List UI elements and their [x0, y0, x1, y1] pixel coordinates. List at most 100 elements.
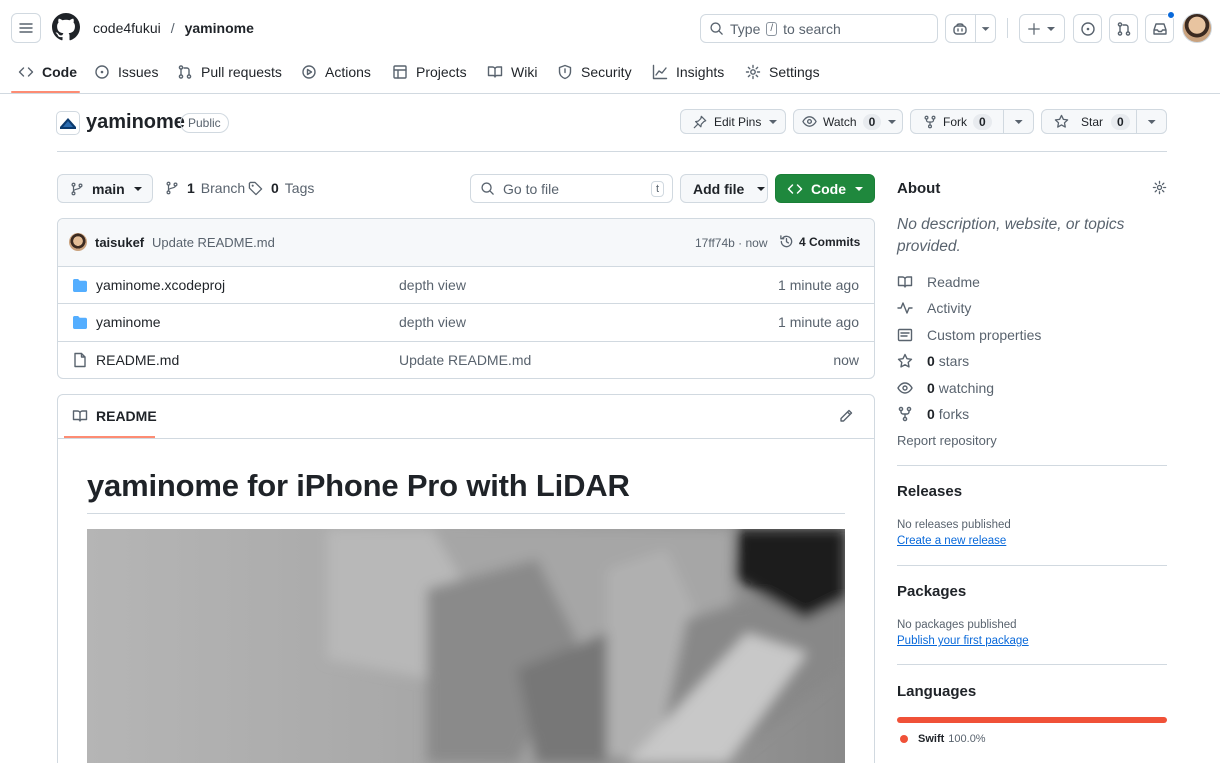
fork-dropdown-chevron-icon[interactable]	[1004, 116, 1033, 128]
code-download-button[interactable]: Code	[775, 174, 875, 203]
pull-request-icon	[178, 65, 192, 79]
releases-heading[interactable]: Releases	[897, 483, 962, 500]
issues-button[interactable]	[1073, 14, 1102, 43]
tags-link[interactable]: 0 Tags	[248, 180, 314, 196]
copilot-button[interactable]	[945, 14, 996, 43]
menu-icon	[19, 23, 33, 33]
header-divider	[0, 93, 1220, 94]
watch-button[interactable]: Watch 0	[793, 109, 903, 134]
tab-wiki[interactable]: Wiki	[487, 60, 537, 84]
commit-hash-time[interactable]: 17ff74b · now	[695, 236, 768, 250]
table-row[interactable]: README.md Update README.md now	[58, 341, 874, 378]
hamburger-menu-button[interactable]	[11, 13, 41, 43]
readme-title-divider	[87, 513, 845, 514]
readme-tab[interactable]: README	[72, 408, 157, 424]
star-button[interactable]: Star 0	[1041, 109, 1167, 134]
tab-projects[interactable]: Projects	[392, 60, 467, 84]
commit-author[interactable]: taisukef	[95, 235, 144, 250]
repo-link[interactable]: yaminome	[185, 20, 254, 36]
language-color-dot	[900, 735, 908, 743]
create-release-link[interactable]: Create a new release	[897, 535, 1006, 547]
user-avatar[interactable]	[1182, 13, 1212, 43]
tag-count: 0	[271, 180, 279, 196]
file-updated-time: 1 minute ago	[778, 314, 859, 330]
owner-link[interactable]: code4fukui	[93, 20, 161, 36]
path-separator: /	[170, 20, 175, 36]
pencil-icon	[840, 409, 853, 422]
edit-pins-button[interactable]: Edit Pins	[680, 109, 786, 134]
forks-link[interactable]: 0 forks	[897, 404, 969, 424]
repo-name[interactable]: yaminome	[86, 111, 185, 134]
readme-link[interactable]: Readme	[897, 272, 980, 292]
create-new-button[interactable]	[1019, 14, 1065, 43]
chevron-down-icon	[769, 119, 778, 124]
edit-readme-button[interactable]	[838, 408, 854, 424]
tab-code-label: Code	[42, 64, 77, 80]
tab-issues[interactable]: Issues	[94, 60, 158, 84]
star-dropdown-chevron-icon[interactable]	[1137, 116, 1166, 128]
tab-security[interactable]: Security	[557, 60, 632, 84]
eye-icon	[897, 382, 913, 394]
commits-link[interactable]: 4 Commits	[779, 234, 860, 249]
tab-settings[interactable]: Settings	[745, 60, 820, 84]
chevron-down-icon	[1047, 26, 1055, 31]
book-icon	[897, 276, 913, 288]
chevron-down-icon	[757, 186, 766, 191]
watching-link[interactable]: 0 watching	[897, 378, 994, 398]
file-name[interactable]: yaminome	[96, 314, 161, 330]
file-commit-message[interactable]: depth view	[399, 277, 466, 293]
pull-requests-button[interactable]	[1109, 14, 1138, 43]
language-name: Swift	[918, 733, 945, 745]
file-commit-message[interactable]: depth view	[399, 314, 466, 330]
branch-name: main	[92, 180, 125, 197]
branches-link[interactable]: 1 Branch	[165, 180, 245, 196]
packages-heading[interactable]: Packages	[897, 583, 966, 600]
fork-button[interactable]: Fork 0	[910, 109, 1034, 134]
play-icon	[302, 65, 316, 79]
watching-count: 0	[927, 380, 935, 396]
tab-pull-requests[interactable]: Pull requests	[177, 60, 282, 84]
commit-message[interactable]: Update README.md	[152, 235, 275, 250]
go-to-file-placeholder: Go to file	[503, 180, 560, 197]
publish-package-link[interactable]: Publish your first package	[897, 635, 1029, 647]
repo-avatar[interactable]	[56, 111, 80, 135]
search-icon	[481, 182, 494, 195]
tab-actions[interactable]: Actions	[301, 60, 371, 84]
shield-icon	[558, 64, 572, 80]
sidebar-divider	[897, 664, 1167, 665]
table-icon	[393, 65, 407, 79]
commit-author-avatar[interactable]	[69, 233, 87, 251]
folder-icon	[73, 279, 87, 292]
tab-wiki-label: Wiki	[511, 64, 538, 80]
star-label: Star	[1081, 114, 1104, 129]
report-repository-link[interactable]: Report repository	[897, 433, 997, 448]
code-icon	[18, 67, 34, 77]
file-commit-message[interactable]: Update README.md	[399, 352, 531, 368]
edit-pins-label: Edit Pins	[714, 114, 762, 129]
sidebar-divider	[897, 565, 1167, 566]
branch-selector[interactable]: main	[57, 174, 153, 203]
table-row[interactable]: yaminome.xcodeproj depth view 1 minute a…	[58, 266, 874, 303]
go-to-file-input[interactable]: Go to file t	[470, 174, 673, 203]
add-file-button[interactable]: Add file	[680, 174, 768, 203]
search-placeholder-start: Type	[730, 20, 761, 37]
language-item-swift[interactable]: Swift 100.0%	[900, 733, 986, 745]
fork-count: 0	[973, 113, 992, 130]
github-logo[interactable]	[52, 13, 80, 41]
file-name[interactable]: README.md	[96, 352, 179, 368]
languages-heading: Languages	[897, 683, 977, 700]
tab-insights[interactable]: Insights	[652, 60, 724, 84]
custom-properties-link[interactable]: Custom properties	[897, 325, 1041, 345]
chevron-down-icon	[888, 119, 897, 124]
about-heading: About	[897, 180, 941, 197]
folder-icon	[73, 316, 87, 329]
pull-request-icon	[1117, 21, 1130, 36]
search-input[interactable]: Type / to search	[700, 14, 938, 43]
activity-link[interactable]: Activity	[897, 298, 971, 318]
file-name[interactable]: yaminome.xcodeproj	[96, 277, 225, 293]
stars-link[interactable]: 0 stars	[897, 351, 969, 371]
about-settings-button[interactable]	[1152, 180, 1167, 195]
branch-icon	[166, 181, 178, 195]
tab-code[interactable]: Code	[18, 60, 77, 84]
table-row[interactable]: yaminome depth view 1 minute ago	[58, 303, 874, 340]
